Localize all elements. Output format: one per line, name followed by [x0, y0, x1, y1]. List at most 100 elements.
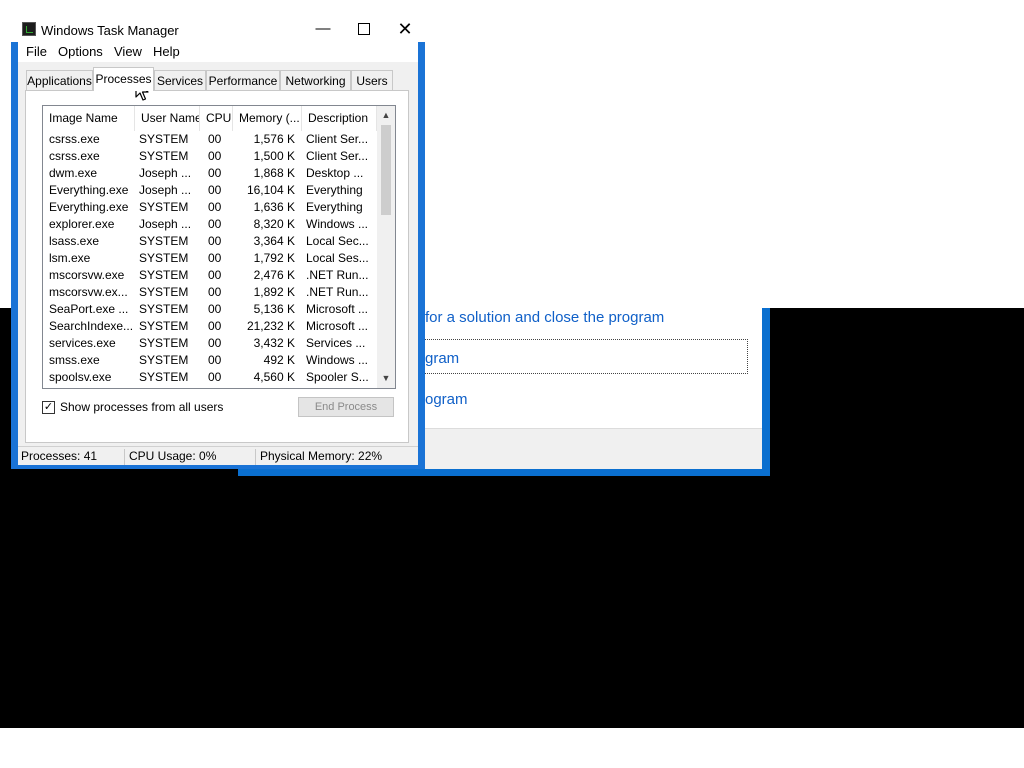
memory-cell: 5,136 K	[253, 302, 295, 316]
sort-ascending-icon: ^	[87, 113, 91, 122]
end-process-button[interactable]: End Process	[298, 397, 394, 417]
scroll-down-icon[interactable]: ▼	[377, 370, 395, 387]
user-name-cell: Joseph ...	[139, 217, 192, 231]
memory-cell: 1,892 K	[253, 285, 295, 299]
cpu-cell: 00	[208, 353, 222, 367]
table-row[interactable]: Everything.exe Joseph ... 00 16,104 K Everyt…	[43, 182, 377, 199]
scroll-thumb[interactable]	[381, 125, 391, 215]
description-cell: Local Ses...	[306, 251, 369, 265]
column-user-name[interactable]: User Name	[135, 106, 200, 131]
table-row[interactable]: SeaPort.exe ... SYSTEM 00 5,136 K Microsoft …	[43, 301, 377, 318]
vertical-scrollbar[interactable]: ▲ ▼	[377, 106, 395, 388]
column-image-name[interactable]: ^ Image Name	[43, 106, 135, 131]
memory-cell: 1,792 K	[253, 251, 295, 265]
cpu-cell: 00	[208, 132, 222, 146]
table-row[interactable]: mscorsvw.ex... SYSTEM 00 1,892 K .NET Run...	[43, 284, 377, 301]
memory-cell: 2,476 K	[253, 268, 295, 282]
menu-file[interactable]: File	[26, 44, 47, 59]
close-program-link[interactable]: gram	[425, 350, 459, 367]
table-row[interactable]: csrss.exe SYSTEM 00 1,576 K Client Ser...	[43, 131, 377, 148]
column-description[interactable]: Description	[302, 106, 377, 131]
process-name-cell: SeaPort.exe ...	[49, 302, 129, 316]
table-row[interactable]: dwm.exe Joseph ... 00 1,868 K Desktop ...	[43, 165, 377, 182]
task-manager-icon	[22, 22, 36, 36]
table-row[interactable]: SearchIndexe... SYSTEM 00 21,232 K Microsoft…	[43, 318, 377, 335]
memory-cell: 16,104 K	[246, 183, 295, 197]
user-name-cell: SYSTEM	[139, 251, 189, 265]
table-row[interactable]: smss.exe SYSTEM 00 492 K Windows ...	[43, 352, 377, 369]
memory-cell: 492 K	[263, 353, 295, 367]
status-bar: Processes: 41 CPU Usage: 0% Physical Mem…	[18, 446, 418, 465]
window-title: Windows Task Manager	[41, 23, 179, 38]
user-name-cell: SYSTEM	[139, 370, 189, 384]
tab-applications[interactable]: Applications	[26, 70, 93, 90]
close-program-focus-box[interactable]	[416, 339, 748, 374]
table-row[interactable]: mscorsvw.exe SYSTEM 00 2,476 K .NET Run...	[43, 267, 377, 284]
maximize-button[interactable]	[344, 17, 384, 41]
title-bar[interactable]: Windows Task Manager — ✕	[11, 11, 425, 42]
description-cell: Local Sec...	[306, 234, 369, 248]
task-manager-window: Windows Task Manager — ✕ File Options Vi…	[11, 11, 425, 469]
column-image-name-label: Image Name	[49, 111, 118, 125]
close-button[interactable]: ✕	[385, 17, 425, 41]
memory-cell: 1,576 K	[253, 132, 295, 146]
minimize-button[interactable]: —	[303, 17, 343, 41]
process-name-cell: smss.exe	[49, 353, 100, 367]
process-list[interactable]: ^ Image Name User Name CPU Memory (... D…	[42, 105, 396, 389]
process-name-cell: mscorsvw.ex...	[49, 285, 128, 299]
process-name-cell: lsm.exe	[49, 251, 91, 265]
cpu-cell: 00	[208, 183, 222, 197]
description-cell: Desktop ...	[306, 166, 364, 180]
memory-cell: 1,868 K	[253, 166, 295, 180]
cpu-cell: 00	[208, 166, 222, 180]
cpu-cell: 00	[208, 234, 222, 248]
column-memory[interactable]: Memory (...	[233, 106, 302, 131]
cpu-cell: 00	[208, 200, 222, 214]
description-cell: Everything	[306, 183, 363, 197]
status-physical-memory: Physical Memory: 22%	[260, 449, 383, 463]
memory-cell: 3,364 K	[253, 234, 295, 248]
cpu-cell: 00	[208, 319, 222, 333]
maximize-icon	[358, 23, 370, 36]
wait-program-link[interactable]: ogram	[425, 391, 468, 408]
process-name-cell: lsass.exe	[49, 234, 100, 248]
table-row[interactable]: Everything.exe SYSTEM 00 1,636 K Everything	[43, 199, 377, 216]
show-all-users-label[interactable]: Show processes from all users	[60, 400, 223, 414]
description-cell: Microsoft ...	[306, 319, 369, 333]
scroll-up-icon[interactable]: ▲	[377, 107, 395, 124]
tab-users[interactable]: Users	[351, 70, 393, 90]
cpu-cell: 00	[208, 251, 222, 265]
tab-performance[interactable]: Performance	[206, 70, 280, 90]
menu-view[interactable]: View	[114, 44, 142, 59]
user-name-cell: SYSTEM	[139, 149, 189, 163]
description-cell: .NET Run...	[306, 285, 369, 299]
user-name-cell: SYSTEM	[139, 353, 189, 367]
menu-help[interactable]: Help	[153, 44, 180, 59]
table-row[interactable]: lsm.exe SYSTEM 00 1,792 K Local Ses...	[43, 250, 377, 267]
table-row[interactable]: spoolsv.exe SYSTEM 00 4,560 K Spooler S...	[43, 369, 377, 386]
column-cpu[interactable]: CPU	[200, 106, 233, 131]
process-name-cell: Everything.exe	[49, 183, 129, 197]
cpu-cell: 00	[208, 217, 222, 231]
process-name-cell: services.exe	[49, 336, 116, 350]
show-all-users-checkbox[interactable]: ✓	[42, 401, 55, 414]
table-row[interactable]: lsass.exe SYSTEM 00 3,364 K Local Sec...	[43, 233, 377, 250]
table-row[interactable]: csrss.exe SYSTEM 00 1,500 K Client Ser...	[43, 148, 377, 165]
menu-options[interactable]: Options	[58, 44, 103, 59]
user-name-cell: SYSTEM	[139, 132, 189, 146]
user-name-cell: SYSTEM	[139, 336, 189, 350]
table-row[interactable]: services.exe SYSTEM 00 3,432 K Services ...	[43, 335, 377, 352]
description-cell: Client Ser...	[306, 149, 369, 163]
memory-cell: 21,232 K	[246, 319, 295, 333]
description-cell: Everything	[306, 200, 363, 214]
process-name-cell: SearchIndexe...	[49, 319, 133, 333]
process-name-cell: dwm.exe	[49, 166, 98, 180]
table-row[interactable]: explorer.exe Joseph ... 00 8,320 K Windows .…	[43, 216, 377, 233]
tab-networking[interactable]: Networking	[280, 70, 351, 90]
process-name-cell: Everything.exe	[49, 200, 129, 214]
memory-cell: 8,320 K	[253, 217, 295, 231]
check-solution-link[interactable]: for a solution and close the program	[425, 309, 664, 326]
tab-processes[interactable]: Processes	[93, 67, 154, 91]
tab-services[interactable]: Services	[154, 70, 206, 90]
user-name-cell: SYSTEM	[139, 268, 189, 282]
